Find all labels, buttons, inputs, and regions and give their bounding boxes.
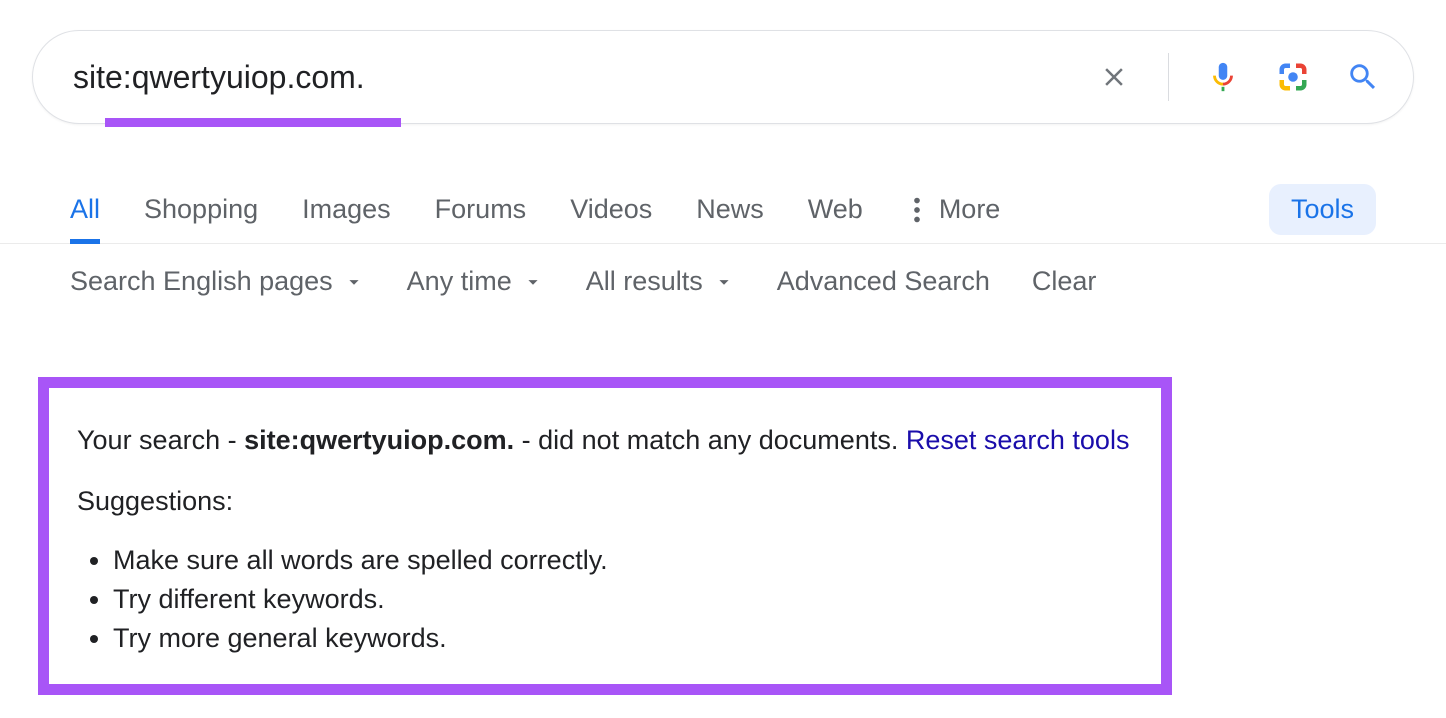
tools-button[interactable]: Tools [1269, 184, 1376, 235]
tab-more[interactable]: More [907, 176, 1001, 243]
no-results-query: site:qwertyuiop.com. [244, 425, 514, 455]
tab-images[interactable]: Images [302, 176, 391, 243]
mic-icon[interactable] [1203, 57, 1243, 97]
chevron-down-icon [522, 271, 544, 293]
suggestion-item: Make sure all words are spelled correctl… [113, 541, 1133, 580]
search-submit-icon[interactable] [1343, 57, 1383, 97]
filter-results[interactable]: All results [586, 266, 735, 297]
suggestion-item: Try more general keywords. [113, 619, 1133, 658]
filter-language[interactable]: Search English pages [70, 266, 365, 297]
tab-web[interactable]: Web [808, 176, 863, 243]
suggestion-item: Try different keywords. [113, 580, 1133, 619]
reset-search-tools-link[interactable]: Reset search tools [906, 425, 1130, 455]
tab-videos[interactable]: Videos [570, 176, 652, 243]
annotation-underline [105, 118, 401, 127]
clear-icon[interactable] [1094, 57, 1134, 97]
filter-language-label: Search English pages [70, 266, 333, 297]
suggestions-list: Make sure all words are spelled correctl… [77, 541, 1133, 658]
tab-more-label: More [939, 194, 1001, 225]
no-results-box: Your search - site:qwertyuiop.com. - did… [38, 377, 1172, 695]
tab-all[interactable]: All [70, 176, 100, 243]
more-dots-icon [907, 197, 927, 223]
filter-time[interactable]: Any time [407, 266, 544, 297]
tab-shopping[interactable]: Shopping [144, 176, 258, 243]
search-action-icons [1094, 53, 1383, 101]
tabs: All Shopping Images Forums Videos News W… [70, 176, 1000, 243]
search-input[interactable] [73, 31, 1094, 123]
tabs-row: All Shopping Images Forums Videos News W… [0, 176, 1446, 244]
no-results-prefix: Your search - [77, 425, 244, 455]
suggestions-heading: Suggestions: [77, 481, 1133, 522]
filters-row: Search English pages Any time All result… [0, 244, 1446, 297]
filter-time-label: Any time [407, 266, 512, 297]
tab-forums[interactable]: Forums [435, 176, 527, 243]
tab-news[interactable]: News [696, 176, 764, 243]
filter-advanced[interactable]: Advanced Search [777, 266, 990, 297]
filter-clear[interactable]: Clear [1032, 266, 1097, 297]
chevron-down-icon [713, 271, 735, 293]
no-results-message: Your search - site:qwertyuiop.com. - did… [77, 420, 1133, 461]
no-results-suffix: - did not match any documents. [514, 425, 906, 455]
search-bar [32, 30, 1414, 124]
filter-results-label: All results [586, 266, 703, 297]
chevron-down-icon [343, 271, 365, 293]
divider [1168, 53, 1169, 101]
lens-icon[interactable] [1273, 57, 1313, 97]
